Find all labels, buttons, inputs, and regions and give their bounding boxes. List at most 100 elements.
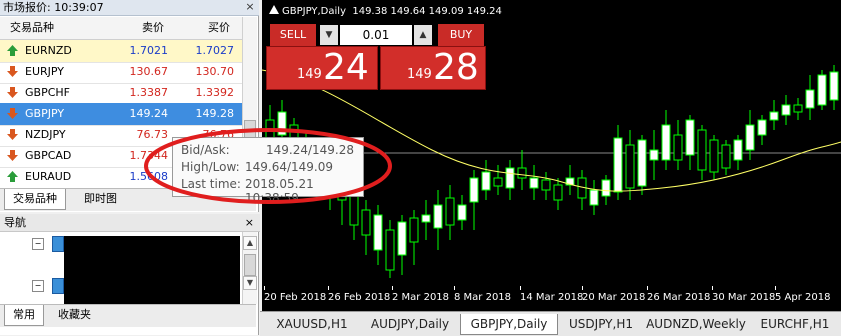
candle-body — [685, 119, 695, 156]
row-bid: 1.7021 — [129, 44, 169, 57]
row-symbol: EURAUD — [25, 170, 72, 183]
folder-icon — [52, 236, 64, 252]
table-row[interactable]: EURJPY 130.67 130.70 — [0, 61, 242, 84]
chart-header: GBPJPY,Daily 149.38 149.64 149.09 149.24 — [282, 6, 502, 17]
candle-body — [589, 189, 599, 206]
table-row[interactable]: GBPCHF 1.3387 1.3392 — [0, 82, 242, 105]
tab-tick-chart[interactable]: 即时图 — [76, 189, 125, 209]
lot-decrease-icon[interactable]: ▼ — [320, 25, 338, 45]
candle-body — [601, 179, 611, 197]
date-tick — [454, 286, 455, 290]
chart-tab-audnzd[interactable]: AUDNZD,Weekly — [644, 314, 748, 334]
sell-price-box[interactable]: 149 24 — [266, 46, 378, 90]
tab-favorites[interactable]: 收藏夹 — [50, 305, 99, 325]
row-ask: 149.28 — [195, 107, 235, 120]
navigator-scrollbar[interactable]: ▲ ▼ — [242, 232, 257, 304]
date-label: 5 Apr 2018 — [775, 292, 831, 303]
date-tick — [264, 286, 265, 290]
candle-body — [781, 104, 791, 116]
candle-body — [385, 229, 395, 271]
date-label: 26 Mar 2018 — [647, 292, 711, 303]
candle-body — [757, 119, 767, 136]
candle-body — [649, 149, 659, 161]
row-ask: 1.3392 — [195, 86, 235, 99]
buy-price-box[interactable]: 149 28 — [380, 46, 486, 90]
row-bid: 1.3387 — [129, 86, 169, 99]
date-tick — [647, 286, 648, 290]
arrow-down-icon — [7, 108, 18, 119]
table-row[interactable]: EURNZD 1.7021 1.7027 — [0, 40, 242, 63]
chart-tab-audjpy[interactable]: AUDJPY,Daily — [362, 314, 458, 334]
candle-body — [733, 139, 743, 161]
candle-body — [517, 167, 527, 179]
date-label: 30 Mar 2018 — [712, 292, 776, 303]
table-row[interactable]: GBPJPY 149.24 149.28 — [0, 103, 242, 126]
candle-body — [709, 139, 719, 173]
chart-tab-gbpjpy[interactable]: GBPJPY,Daily — [460, 314, 558, 335]
arrow-up-icon — [7, 171, 18, 182]
chart-triangle-icon — [268, 4, 280, 16]
date-tick — [392, 286, 393, 290]
lot-input[interactable]: 0.01 — [340, 25, 412, 45]
date-label: 2 Mar 2018 — [392, 292, 450, 303]
navigator-tabs: 常用 收藏夹 — [0, 304, 256, 327]
column-ask[interactable]: 买价 — [208, 17, 230, 39]
arrow-down-icon — [7, 150, 18, 161]
column-symbol[interactable]: 交易品种 — [10, 17, 54, 39]
date-tick — [712, 286, 713, 290]
column-bid[interactable]: 卖价 — [142, 17, 164, 39]
collapse-icon[interactable]: − — [32, 238, 44, 250]
date-tick — [582, 286, 583, 290]
tab-symbols[interactable]: 交易品种 — [4, 189, 66, 210]
folder-icon — [52, 278, 64, 294]
scroll-up-icon[interactable]: ▲ — [243, 236, 257, 250]
candle-body — [445, 197, 455, 226]
arrow-down-icon — [7, 66, 18, 77]
scroll-down-icon[interactable]: ▼ — [243, 276, 257, 290]
market-watch-title: 市场报价: 10:39:07 — [0, 0, 259, 16]
candle-body — [553, 184, 563, 201]
navigator-tree-area — [64, 236, 240, 312]
chart-tab-usdjpy[interactable]: USDJPY,H1 — [560, 314, 642, 334]
arrow-down-icon — [7, 87, 18, 98]
candle-body — [721, 144, 731, 169]
chart-tab-xauusd[interactable]: XAUUSD,H1 — [266, 314, 358, 334]
date-label: 14 Mar 2018 — [520, 292, 584, 303]
candle-body — [637, 139, 647, 187]
buy-price-big: 28 — [433, 47, 479, 88]
candle-body — [505, 167, 515, 189]
candle-body — [421, 214, 431, 223]
row-symbol: EURNZD — [25, 44, 72, 57]
candle-body — [673, 134, 683, 161]
market-watch-header: 交易品种 卖价 买价 — [0, 17, 242, 40]
buy-button[interactable]: BUY — [438, 24, 484, 46]
candle-body — [613, 137, 623, 193]
navigator-title: 导航 — [0, 214, 260, 232]
candle-body — [397, 221, 407, 256]
sell-price-prefix: 149 — [297, 67, 322, 82]
sell-price-big: 24 — [323, 47, 369, 88]
date-label: 20 Feb 2018 — [264, 292, 327, 303]
sell-button[interactable]: SELL — [270, 24, 316, 46]
scrollbar-thumb[interactable] — [244, 254, 256, 276]
collapse-icon[interactable]: − — [32, 280, 44, 292]
candle-body — [457, 204, 467, 221]
row-symbol: EURJPY — [25, 65, 64, 78]
candle-body — [481, 171, 491, 191]
row-ask: 1.7027 — [195, 44, 235, 57]
chart-tab-eurchf[interactable]: EURCHF,H1 — [752, 314, 838, 334]
candle-body — [541, 179, 551, 191]
candle-body — [697, 129, 707, 171]
candle-body — [793, 104, 803, 113]
row-symbol: GBPCAD — [25, 149, 72, 162]
lot-increase-icon[interactable]: ▲ — [414, 25, 432, 45]
date-label: 26 Feb 2018 — [328, 292, 391, 303]
candle-body — [469, 177, 479, 203]
buy-price-prefix: 149 — [407, 67, 432, 82]
date-tick — [520, 286, 521, 290]
close-icon[interactable]: × — [245, 216, 254, 229]
close-icon[interactable]: × — [244, 1, 256, 13]
tab-common[interactable]: 常用 — [4, 305, 44, 326]
candle-body — [805, 89, 815, 109]
candle-body — [373, 214, 383, 251]
